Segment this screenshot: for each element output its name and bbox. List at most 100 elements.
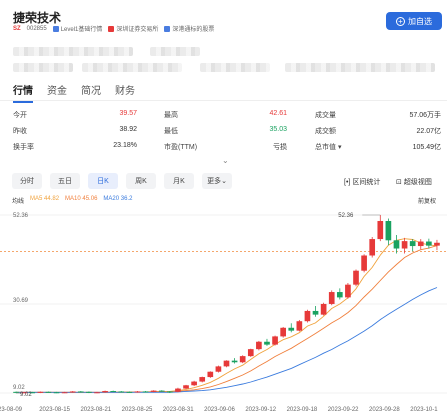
candle-body xyxy=(110,391,117,393)
ma20-value: MA20 36.2 xyxy=(103,196,133,202)
candle-body xyxy=(320,303,327,315)
candle-body xyxy=(191,381,197,386)
candle-body xyxy=(239,356,246,363)
tag-label: Level1基础行情 xyxy=(60,27,103,33)
ma-line-ma10 xyxy=(16,245,438,393)
x-tick-label: 2023-10-1 xyxy=(410,407,438,413)
high-marker-label: 52.36 xyxy=(338,213,354,219)
expand-icon: ⊡ xyxy=(396,179,402,186)
super-view-button[interactable]: ⊡ 超级视图 xyxy=(396,177,432,187)
candle-body xyxy=(142,391,149,393)
candle-body xyxy=(304,310,311,322)
x-tick-label: 2023-09-06 xyxy=(204,407,235,413)
open-value: 39.57 xyxy=(119,110,137,117)
candle-body xyxy=(167,391,173,393)
interval-stats-button[interactable]: [•] 区间统计 xyxy=(344,177,380,187)
candle-body xyxy=(377,220,384,240)
ma5-value: MA5 44.82 xyxy=(30,196,60,202)
candle-body xyxy=(126,391,133,393)
candle-body xyxy=(328,292,335,304)
high-value: 42.61 xyxy=(269,110,287,117)
divider xyxy=(0,100,447,101)
volume-value: 57.06万手 xyxy=(409,112,441,119)
candle-body xyxy=(134,391,141,393)
candle-body xyxy=(183,385,189,389)
low-label: 最低 xyxy=(164,128,178,135)
blurred-content xyxy=(13,47,133,56)
x-tick-label: 2023-08-31 xyxy=(163,407,194,413)
market-cap-label[interactable]: 总市值 ▾ xyxy=(315,142,341,152)
period-more[interactable]: 更多 ⌄ xyxy=(202,173,232,189)
add-watchlist-label: 加自选 xyxy=(408,16,432,26)
connect-icon xyxy=(164,25,171,32)
quote-row: 昨收 38.92 最低 35.03 成交额 22.07亿 xyxy=(13,126,441,142)
candle-body xyxy=(150,390,157,392)
tag-level1[interactable]: Level1基础行情 xyxy=(52,24,103,33)
candle-body xyxy=(288,327,295,331)
ma-title: 均线 xyxy=(12,199,25,205)
x-tick-label: 2023-08-21 xyxy=(80,407,111,413)
tag-label: 深圳证券交易所 xyxy=(116,27,159,33)
candle-body xyxy=(409,241,416,247)
candle-body xyxy=(37,391,44,393)
tag-exchange[interactable]: 深圳证券交易所 xyxy=(108,24,158,33)
restore-mode[interactable]: 前复权 xyxy=(418,196,436,205)
candle-body xyxy=(45,391,52,393)
prev-close-label: 昨收 xyxy=(13,128,27,135)
exchange-icon xyxy=(108,25,115,32)
turnover-label: 成交额 xyxy=(315,128,336,135)
candle-body xyxy=(296,321,303,331)
period-minute[interactable]: 分时 xyxy=(12,173,42,189)
pe-value: 亏损 xyxy=(273,144,287,151)
interval-stats-label: 区间统计 xyxy=(352,179,381,186)
candle-body xyxy=(426,241,432,246)
candle-body xyxy=(207,371,214,378)
candle-body xyxy=(401,241,408,249)
turnover-value: 22.07亿 xyxy=(416,128,441,135)
quote-row: 今开 39.57 最高 42.61 成交量 57.06万手 xyxy=(13,110,441,126)
market-label: SZ xyxy=(13,25,21,32)
kline-chart[interactable]: 52.36 30.69 9.02 52.36 9.02 23-08-09 2023-08-1… xyxy=(0,205,447,413)
x-tick-label: 23-08-09 xyxy=(0,407,23,413)
blurred-content xyxy=(200,63,270,72)
candle-body xyxy=(369,239,376,256)
blurred-content xyxy=(150,47,200,56)
candle-body xyxy=(94,392,100,394)
candle-body xyxy=(272,336,278,345)
candle-body xyxy=(69,391,76,393)
high-label: 最高 xyxy=(164,112,178,119)
candle-body xyxy=(434,242,440,246)
candle-body xyxy=(215,366,222,372)
period-week-k[interactable]: 周K xyxy=(126,173,156,189)
period-month-k[interactable]: 月K xyxy=(164,173,194,189)
candle-body xyxy=(53,392,60,394)
x-tick-label: 2023-09-12 xyxy=(245,407,276,413)
candle-body xyxy=(223,360,230,367)
ma-line-ma20 xyxy=(16,287,438,393)
tag-label: 深港通标的股票 xyxy=(172,27,215,33)
volume-label: 成交量 xyxy=(315,112,336,119)
level1-icon xyxy=(52,25,59,32)
turnover-rate-value: 23.18% xyxy=(113,142,137,149)
more-label: 更多 xyxy=(207,178,222,185)
period-5day[interactable]: 五日 xyxy=(50,173,80,189)
expand-chevron-icon[interactable]: ⌄ xyxy=(222,156,229,165)
period-day-k[interactable]: 日K xyxy=(88,173,118,189)
market-cap-text: 总市值 xyxy=(315,144,336,151)
market-cap-value: 105.49亿 xyxy=(412,144,441,151)
chevron-down-icon: ⌄ xyxy=(221,178,227,185)
super-view-label: 超级视图 xyxy=(403,179,432,186)
x-tick-label: 2023-08-25 xyxy=(122,407,153,413)
turnover-rate-label: 换手率 xyxy=(13,144,34,151)
candle-body xyxy=(77,391,84,393)
candle-body xyxy=(264,341,270,345)
candle-body xyxy=(417,241,424,247)
x-tick-label: 2023-09-18 xyxy=(287,407,318,413)
stock-tags: SZ 002855 Level1基础行情 深圳证券交易所 深港通标的股票 xyxy=(13,24,214,33)
candle-body xyxy=(13,391,19,393)
ma-line-ma5 xyxy=(16,238,438,393)
tag-connect[interactable]: 深港通标的股票 xyxy=(164,24,214,33)
add-watchlist-button[interactable]: + 加自选 xyxy=(386,12,442,30)
pe-label: 市盈(TTM) xyxy=(164,144,198,151)
low-marker-label: 9.02 xyxy=(20,392,32,398)
